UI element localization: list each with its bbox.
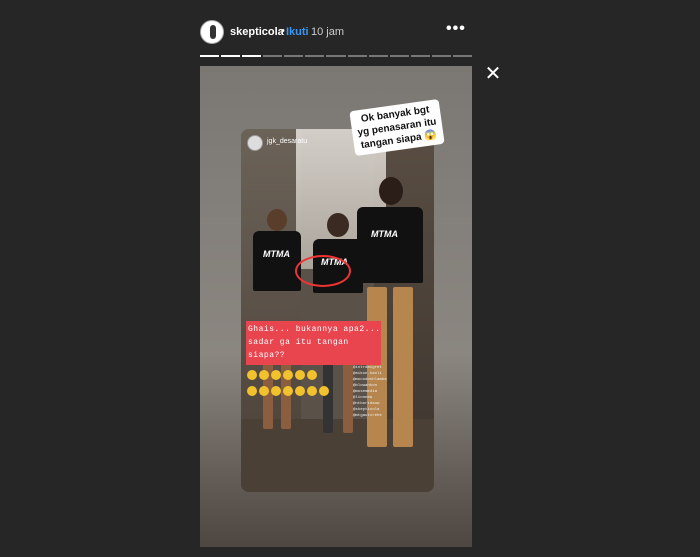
banner-line-2: sadar ga itu tangan <box>248 338 349 347</box>
progress-segment <box>242 55 262 57</box>
progress-segment <box>368 55 388 57</box>
banner-line-3: siapa?? <box>248 351 286 360</box>
progress-segment <box>200 55 220 57</box>
embedded-avatar <box>247 135 263 151</box>
shirt-logo: MTMA <box>371 229 398 239</box>
avatar[interactable] <box>200 20 224 44</box>
progress-segment <box>284 55 304 57</box>
progress-segment <box>326 55 346 57</box>
story-header: skepticola • Ikuti 10 jam ••• <box>200 18 472 48</box>
reposted-photo: MTMA MTMA MTMA jgk_desaratu Ghais... buk… <box>241 129 434 492</box>
progress-segment <box>263 55 283 57</box>
emoji-row <box>246 369 341 401</box>
embedded-username: jgk_desaratu <box>267 138 308 145</box>
mention-tag[interactable]: @mtgautirehe <box>353 413 429 419</box>
close-icon[interactable]: ✕ <box>484 64 502 84</box>
follow-button[interactable]: Ikuti <box>286 26 309 38</box>
highlight-circle <box>295 255 351 287</box>
progress-segment <box>410 55 430 57</box>
progress-segment <box>389 55 409 57</box>
progress-segment <box>221 55 241 57</box>
mention-tags: @intrdaigret @aikon.kaoli @mocodoshlamba… <box>353 365 429 419</box>
separator-dot: • <box>281 25 285 37</box>
progress-segment <box>452 55 473 57</box>
more-options-icon[interactable]: ••• <box>446 20 466 38</box>
text-banner: Ghais... bukannya apa2... sadar ga itu t… <box>246 321 381 365</box>
progress-segment <box>431 55 451 57</box>
story-progress-bar <box>200 55 473 57</box>
timestamp: 10 jam <box>311 26 345 38</box>
story-content[interactable]: MTMA MTMA MTMA jgk_desaratu Ghais... buk… <box>200 66 472 547</box>
banner-line-1: Ghais... bukannya apa2... <box>248 325 381 334</box>
progress-segment <box>347 55 367 57</box>
shirt-logo: MTMA <box>263 249 290 259</box>
username[interactable]: skepticola <box>230 26 284 38</box>
progress-segment <box>305 55 325 57</box>
